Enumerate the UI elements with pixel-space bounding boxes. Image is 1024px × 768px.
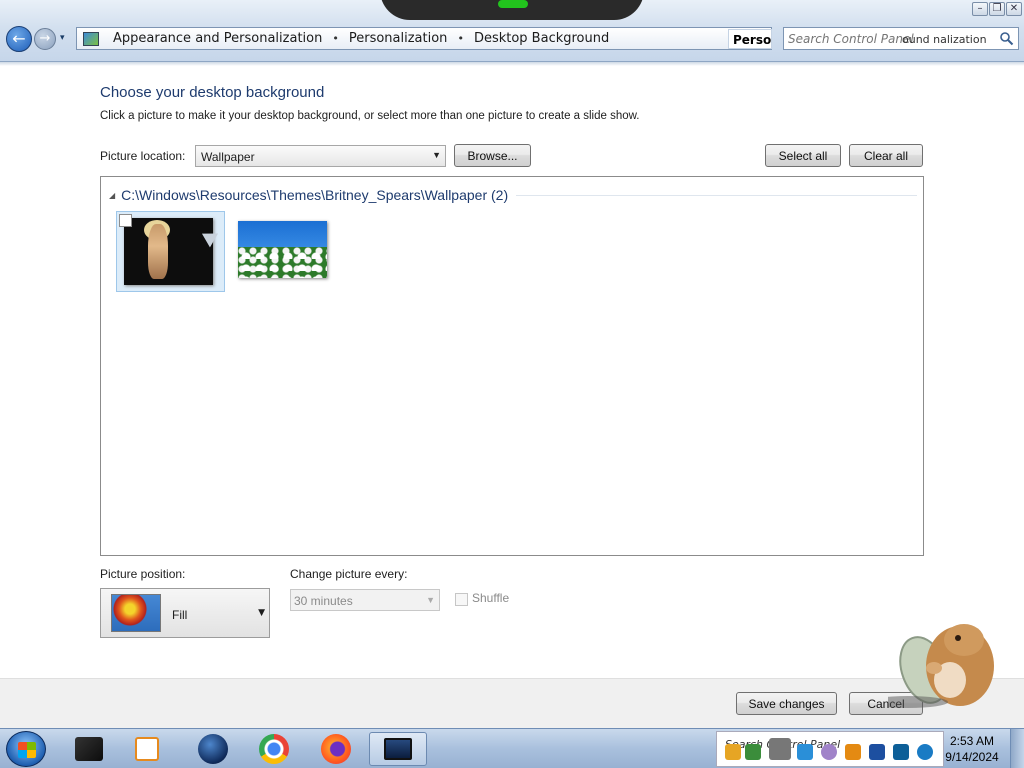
change-picture-select[interactable]: 30 minutes ▼ bbox=[290, 589, 440, 611]
breadcrumb-separator[interactable]: • bbox=[455, 32, 466, 45]
windows-logo-icon bbox=[18, 742, 36, 758]
address-bar[interactable]: Appearance and Personalization • Persona… bbox=[76, 27, 772, 50]
tray-app-icon[interactable] bbox=[845, 744, 861, 760]
start-button[interactable] bbox=[6, 731, 46, 767]
breadcrumb-personalization[interactable]: Personalization bbox=[341, 31, 456, 46]
tray-app-icon[interactable] bbox=[769, 738, 791, 760]
taskbar-app-explorer[interactable] bbox=[60, 732, 118, 766]
britney-spears-image bbox=[124, 218, 213, 285]
breadcrumb-desktop-background[interactable]: Desktop Background bbox=[466, 31, 617, 46]
tray-app-icon[interactable] bbox=[797, 744, 813, 760]
search-icon[interactable] bbox=[999, 31, 1014, 46]
firefox-icon bbox=[321, 734, 351, 764]
chevron-down-icon: ▼ bbox=[432, 150, 441, 160]
back-button[interactable]: ← bbox=[6, 26, 32, 52]
taskbar: Search Control Panel 2:53 AM 9/14/2024 bbox=[0, 728, 1024, 768]
recent-pages-button[interactable]: ▾ bbox=[60, 33, 65, 43]
shuffle-checkbox[interactable] bbox=[455, 593, 468, 606]
chrome-icon bbox=[259, 734, 289, 764]
picture-position-select[interactable]: Fill ▼ bbox=[100, 588, 270, 638]
taskbar-app-globe[interactable] bbox=[184, 732, 242, 766]
windows-explorer-icon bbox=[75, 737, 103, 761]
clear-all-button[interactable]: Clear all bbox=[849, 144, 923, 167]
network-icon[interactable] bbox=[893, 744, 909, 760]
change-picture-value: 30 minutes bbox=[294, 594, 353, 608]
maximize-button[interactable]: ❐ bbox=[989, 2, 1005, 16]
tray-app-icon[interactable] bbox=[745, 744, 761, 760]
picture-location-select[interactable]: Wallpaper ▼ bbox=[195, 145, 446, 167]
taskbar-app-firefox[interactable] bbox=[307, 732, 365, 766]
search-box[interactable]: ound nalization bbox=[783, 27, 1019, 50]
picture-position-value: Fill bbox=[172, 608, 188, 622]
volume-icon[interactable] bbox=[917, 744, 933, 760]
globe-browser-icon bbox=[198, 734, 228, 764]
hamster-sticker bbox=[888, 624, 994, 708]
change-picture-label: Change picture every: bbox=[290, 567, 408, 581]
save-changes-button[interactable]: Save changes bbox=[736, 692, 837, 715]
picture-group-header[interactable]: ◢ C:\Windows\Resources\Themes\Britney_Sp… bbox=[109, 187, 917, 203]
notification-area: Search Control Panel bbox=[716, 731, 944, 767]
tray-app-icon[interactable] bbox=[725, 744, 741, 760]
group-divider bbox=[516, 194, 917, 196]
picture-location-label: Picture location: bbox=[100, 149, 186, 163]
address-overlay-text: Persor bbox=[728, 29, 772, 49]
daisies-image bbox=[238, 247, 327, 278]
taskbar-app-chrome[interactable] bbox=[245, 732, 303, 766]
media-player-icon bbox=[135, 737, 159, 761]
tray-app-icon[interactable] bbox=[821, 744, 837, 760]
page-title: Choose your desktop background bbox=[100, 84, 325, 101]
control-panel-icon bbox=[384, 738, 412, 760]
flower-preview-icon bbox=[111, 594, 161, 632]
minimize-button[interactable]: – bbox=[972, 2, 988, 16]
breadcrumb-separator[interactable]: • bbox=[330, 32, 341, 45]
close-button[interactable]: ✕ bbox=[1006, 2, 1022, 16]
arrow-left-icon: ← bbox=[12, 29, 26, 48]
breadcrumb-appearance-and-personalization[interactable]: Appearance and Personalization bbox=[105, 31, 330, 46]
search-overlay-text: ound nalization bbox=[902, 33, 987, 46]
chevron-down-icon: ▼ bbox=[426, 595, 435, 605]
top-decoration bbox=[380, 0, 644, 20]
taskbar-clock[interactable]: 2:53 AM 9/14/2024 bbox=[944, 733, 1000, 765]
leaf-icon bbox=[498, 0, 528, 8]
page-description: Click a picture to make it your desktop … bbox=[100, 110, 640, 122]
title-bar-shadow bbox=[0, 62, 1024, 66]
picture-position-label: Picture position: bbox=[100, 567, 186, 581]
taskbar-app-control-panel[interactable] bbox=[369, 732, 427, 766]
clock-date: 9/14/2024 bbox=[945, 750, 999, 764]
picture-location-value: Wallpaper bbox=[201, 150, 255, 164]
tray-app-icon[interactable] bbox=[869, 744, 885, 760]
collapse-arrow-icon[interactable]: ◢ bbox=[109, 191, 115, 200]
chevron-down-icon: ▼ bbox=[258, 608, 265, 618]
forward-button[interactable]: → bbox=[34, 28, 56, 50]
clock-time: 2:53 AM bbox=[949, 734, 995, 748]
taskbar-app-media-player[interactable] bbox=[118, 732, 176, 766]
picture-group-title: C:\Windows\Resources\Themes\Britney_Spea… bbox=[121, 187, 509, 203]
thumbnail-checkbox[interactable] bbox=[119, 214, 132, 227]
browse-button[interactable]: Browse... bbox=[454, 144, 531, 167]
arrow-right-icon: → bbox=[39, 31, 51, 46]
select-all-button[interactable]: Select all bbox=[765, 144, 841, 167]
show-desktop-button[interactable] bbox=[1010, 729, 1024, 768]
shuffle-label: Shuffle bbox=[472, 591, 510, 605]
wallpaper-thumbnail-daisies[interactable] bbox=[238, 221, 327, 278]
control-panel-icon bbox=[83, 31, 99, 46]
wallpaper-thumbnail-britney[interactable] bbox=[116, 211, 225, 292]
picture-list[interactable]: ◢ C:\Windows\Resources\Themes\Britney_Sp… bbox=[100, 176, 924, 556]
title-bar: – ❐ ✕ ← → ▾ Appearance and Personalizati… bbox=[0, 0, 1024, 62]
